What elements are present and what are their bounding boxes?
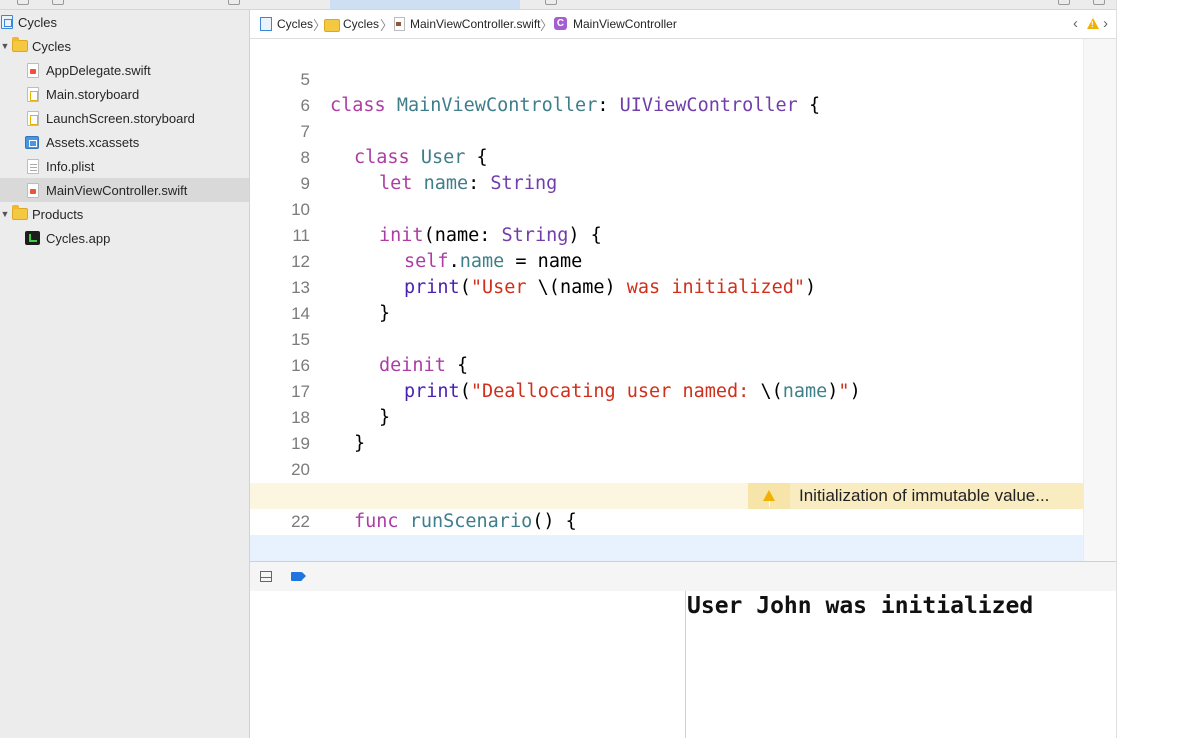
toolbar-button-icon[interactable] — [545, 0, 557, 5]
nav-item-label: LaunchScreen.storyboard — [46, 110, 195, 126]
debug-bar — [250, 561, 1116, 592]
nav-item-products-folder[interactable]: ▼ Products — [0, 202, 249, 226]
nav-item-label: Cycles — [18, 14, 58, 30]
breadcrumb-folder[interactable]: Cycles — [343, 17, 379, 31]
active-tab[interactable] — [330, 0, 520, 9]
toolbar-button-icon[interactable] — [17, 0, 29, 5]
nav-item-label: Main.storyboard — [46, 86, 140, 102]
nav-item-cycles-project[interactable]: Cycles — [0, 10, 249, 34]
disclosure-triangle-icon[interactable]: ▼ — [0, 41, 10, 51]
warning-icon — [763, 490, 775, 518]
storyboard-file-icon — [27, 111, 39, 126]
nav-item-launchscreen[interactable]: LaunchScreen.storyboard — [0, 106, 249, 130]
toolbar-button-icon[interactable] — [228, 0, 240, 5]
class-icon: C — [554, 17, 567, 30]
code-line[interactable]: 17 } — [250, 353, 1083, 428]
breadcrumb-file[interactable]: MainViewController.swift — [410, 17, 541, 31]
code-line[interactable]: 6 — [250, 67, 1083, 115]
storyboard-file-icon — [27, 87, 39, 102]
variables-view[interactable] — [250, 591, 686, 738]
source-editor[interactable]: 5 class MainViewController: UIViewContro… — [250, 39, 1116, 561]
nav-item-label: Cycles — [32, 38, 72, 54]
warning-icon[interactable] — [1087, 18, 1099, 29]
previous-issue-button[interactable]: ‹ — [1073, 15, 1078, 32]
plist-file-icon — [27, 159, 39, 174]
inline-warning-banner[interactable]: Initialization of immutable value... — [748, 483, 1083, 518]
breadcrumb-separator: 〉 — [540, 18, 554, 33]
swift-file-icon — [27, 63, 39, 78]
project-icon — [1, 15, 13, 29]
swift-file-icon — [27, 183, 39, 198]
code-line[interactable]: 9 — [250, 145, 1083, 193]
code-line[interactable]: 13 } — [250, 249, 1083, 324]
nav-item-label: AppDelegate.swift — [46, 62, 151, 78]
inspector-area — [1116, 0, 1192, 738]
nav-item-appdelegate[interactable]: AppDelegate.swift — [0, 58, 249, 82]
nav-item-mainviewcontroller[interactable]: MainViewController.swift — [0, 178, 249, 202]
code-line[interactable]: 20 — [250, 431, 1083, 479]
code-line[interactable]: 16 print("Deallocating user named: \(nam… — [250, 327, 1083, 402]
code-line[interactable]: 18 } — [250, 379, 1083, 454]
code-line[interactable]: 5 class MainViewController: UIViewContro… — [250, 41, 1083, 116]
console-view[interactable]: User John was initialized — [686, 591, 1116, 738]
warning-icon-container[interactable] — [748, 483, 790, 518]
folder-icon — [12, 37, 28, 52]
hide-debug-area-icon[interactable] — [260, 571, 272, 582]
nav-item-info-plist[interactable]: Info.plist — [0, 154, 249, 178]
breadcrumb-symbol[interactable]: MainViewController — [573, 17, 677, 31]
toolbar-button-icon[interactable] — [52, 0, 64, 5]
asset-catalog-icon — [25, 136, 39, 149]
nav-item-assets[interactable]: Assets.xcassets — [0, 130, 249, 154]
code-line[interactable]: 21 func runScenario() { — [250, 457, 1083, 532]
nav-item-label: Info.plist — [46, 158, 95, 174]
breadcrumb-separator: 〉 — [380, 18, 394, 33]
code-line[interactable]: 23 } — [250, 509, 1083, 557]
code-line[interactable]: 15 deinit { — [250, 301, 1083, 376]
warning-message: Initialization of immutable value... — [790, 483, 1083, 509]
nav-item-main-storyboard[interactable]: Main.storyboard — [0, 82, 249, 106]
nav-item-label: Products — [32, 206, 84, 222]
code-line[interactable]: 10 init(name: String) { — [250, 171, 1083, 246]
code-line[interactable]: 19 — [250, 405, 1083, 453]
code-line[interactable]: 7 class User { — [250, 93, 1083, 168]
console-output: User John was initialized — [687, 593, 1034, 619]
folder-icon — [12, 205, 28, 220]
nav-item-label: Cycles.app — [46, 230, 111, 246]
code-line[interactable]: 14 — [250, 275, 1083, 323]
toolbar-button-icon[interactable] — [1058, 0, 1070, 5]
jump-bar: Cycles 〉 Cycles 〉 MainViewController.swi… — [250, 10, 1116, 39]
folder-icon — [324, 19, 340, 32]
code-line[interactable]: 11 self.name = name — [250, 197, 1083, 272]
swift-file-icon — [394, 17, 405, 31]
nav-item-label: Assets.xcassets — [46, 134, 140, 150]
nav-item-label: MainViewController.swift — [46, 182, 188, 198]
minimap-gutter — [1083, 39, 1116, 561]
window-toolbar — [0, 0, 1192, 10]
next-issue-button[interactable]: › — [1103, 15, 1108, 32]
code-line[interactable]: 8 let name: String — [250, 119, 1083, 194]
code-line-current[interactable]: 24 — [250, 535, 1083, 561]
app-icon — [25, 231, 40, 245]
breadcrumb-project[interactable]: Cycles — [277, 17, 313, 31]
breakpoints-toggle-icon[interactable] — [291, 572, 306, 581]
project-icon — [260, 17, 272, 31]
disclosure-triangle-icon[interactable]: ▼ — [0, 209, 10, 219]
project-navigator: Cycles ▼ Cycles AppDelegate.swift Main.s… — [0, 10, 250, 738]
nav-item-cycles-folder[interactable]: ▼ Cycles — [0, 34, 249, 58]
code-line-with-warning[interactable]: 22 let user = User(name: "John") Initial… — [250, 483, 1083, 558]
code-line[interactable]: 12 print("User \(name) was initialized") — [250, 223, 1083, 298]
toolbar-button-icon[interactable] — [1093, 0, 1105, 5]
nav-item-cycles-app[interactable]: Cycles.app — [0, 226, 249, 250]
